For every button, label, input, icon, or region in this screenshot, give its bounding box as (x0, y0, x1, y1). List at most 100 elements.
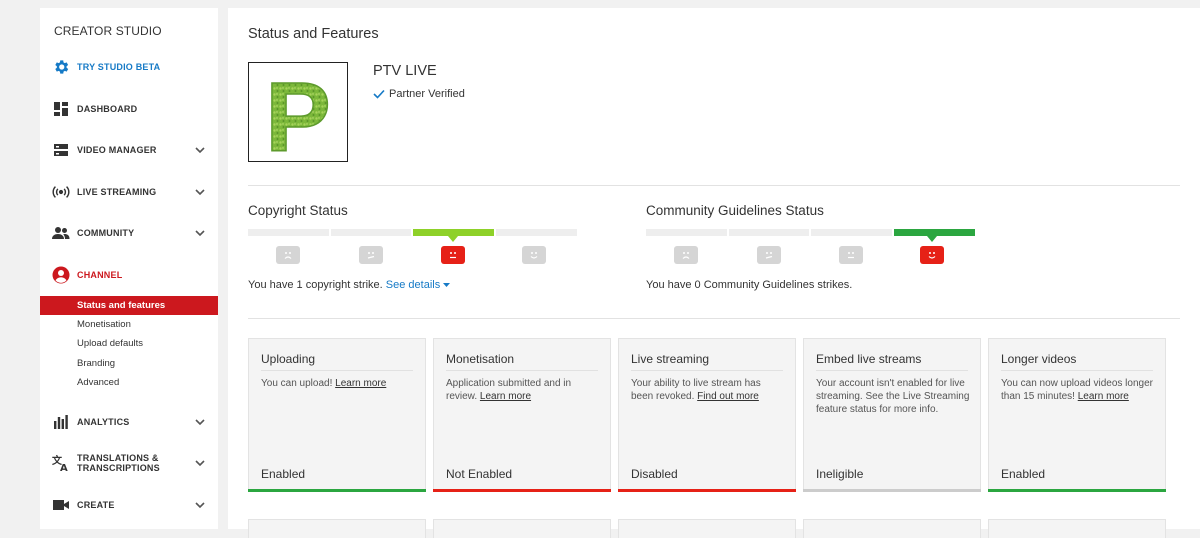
card-divider (631, 370, 783, 371)
chevron-down-icon[interactable] (194, 144, 206, 156)
card-divider (261, 370, 413, 371)
page-title: Status and Features (248, 26, 379, 42)
find-out-more-link[interactable]: Find out more (697, 391, 759, 402)
divider (248, 185, 1180, 186)
feature-card-longer-videos: Longer videos You can now upload videos … (988, 338, 1166, 492)
gear-icon (52, 58, 70, 76)
feature-card-uploading: Uploading You can upload! Learn more Ena… (248, 338, 426, 492)
partner-status: Partner Verified (373, 88, 465, 100)
sidebar-item-community[interactable]: COMMUNITY (40, 218, 218, 248)
caret-down-icon (443, 283, 451, 287)
sidebar-subitem-branding[interactable]: Branding (40, 354, 218, 373)
copyright-bar-segment-1 (248, 229, 329, 236)
sidebar-subitem-label: Advanced (77, 377, 120, 388)
card-divider (1001, 370, 1153, 371)
copyright-status-title: Copyright Status (248, 203, 348, 218)
community-bar-segment-3 (811, 229, 892, 236)
card-divider (816, 370, 968, 371)
sidebar-subitem-monetisation[interactable]: Monetisation (40, 315, 218, 334)
sidebar: CREATOR STUDIO TRY STUDIO BETA DASHBOARD… (40, 8, 218, 529)
community-bar-segment-2 (729, 229, 809, 236)
camera-icon (52, 496, 70, 514)
sidebar-subitem-label: Branding (77, 358, 116, 369)
card-title: Uploading (261, 352, 316, 366)
copyright-strike-count: You have 1 copyright strike. (248, 279, 383, 291)
card-status-bar (248, 489, 426, 492)
sidebar-item-label: TRANSLATIONS & TRANSCRIPTIONS (77, 453, 160, 473)
card-description: Application submitted and in review. Lea… (446, 378, 572, 402)
chevron-down-icon[interactable] (194, 499, 206, 511)
card-title: Embed live streams (816, 352, 922, 366)
feature-card-embed-live-streams: Embed live streams Your account isn't en… (803, 338, 981, 492)
sidebar-item-analytics[interactable]: ANALYTICS (40, 407, 218, 437)
partner-status-label: Partner Verified (389, 88, 465, 100)
sidebar-item-translations[interactable]: 文A TRANSLATIONS & TRANSCRIPTIONS (40, 448, 218, 478)
sidebar-item-live-streaming[interactable]: LIVE STREAMING (40, 177, 218, 207)
card-description: You can now upload videos longer than 15… (1001, 378, 1153, 402)
card-title: Live streaming (631, 352, 710, 366)
sidebar-subitem-upload-defaults[interactable]: Upload defaults (40, 334, 218, 353)
sidebar-item-channel[interactable]: CHANNEL (40, 260, 218, 290)
feature-card-live-streaming: Live streaming Your ability to live stre… (618, 338, 796, 492)
translations-line-2: TRANSCRIPTIONS (77, 463, 160, 473)
learn-more-link[interactable]: Learn more (335, 378, 386, 389)
chevron-down-icon[interactable] (194, 416, 206, 428)
copyright-bar-segment-2 (331, 229, 411, 236)
sidebar-subitem-advanced[interactable]: Advanced (40, 373, 218, 392)
sidebar-item-try-studio-beta[interactable]: TRY STUDIO BETA (40, 52, 218, 82)
channel-name: PTV LIVE (373, 63, 437, 79)
logo-letter: P (265, 63, 330, 161)
happy-face-icon (920, 246, 944, 264)
card-status: Enabled (1001, 467, 1046, 481)
learn-more-link[interactable]: Learn more (1078, 391, 1129, 402)
card-status-bar (433, 489, 611, 492)
sidebar-subitem-status-and-features[interactable]: Status and features (40, 296, 218, 315)
dashboard-icon (52, 100, 70, 118)
svg-text:A: A (60, 463, 68, 472)
card-status-bar (803, 489, 981, 492)
translate-icon: 文A (52, 454, 70, 472)
sidebar-item-label: VIDEO MANAGER (77, 145, 157, 155)
copyright-status-text: You have 1 copyright strike. See details (248, 279, 451, 291)
chevron-down-icon[interactable] (194, 227, 206, 239)
copyright-bar-segment-4 (496, 229, 577, 236)
card-status: Ineligible (816, 467, 864, 481)
chevron-down-icon[interactable] (194, 186, 206, 198)
checkmark-icon (373, 89, 385, 99)
sidebar-item-label: COMMUNITY (77, 228, 135, 238)
see-details-link[interactable]: See details (386, 279, 451, 291)
learn-more-link[interactable]: Learn more (480, 391, 531, 402)
neutral-face-icon (839, 246, 863, 264)
sidebar-item-dashboard[interactable]: DASHBOARD (40, 94, 218, 124)
channel-icon (52, 266, 70, 284)
sidebar-title: CREATOR STUDIO (54, 24, 162, 38)
video-manager-icon (52, 141, 70, 159)
unsure-face-icon (359, 246, 383, 264)
card-divider (446, 370, 598, 371)
card-status: Enabled (261, 467, 306, 481)
analytics-icon (52, 413, 70, 431)
sidebar-subitem-label: Status and features (77, 300, 166, 311)
sidebar-item-label: TRY STUDIO BETA (77, 62, 161, 72)
chevron-down-icon[interactable] (194, 457, 206, 469)
card-status-bar (988, 489, 1166, 492)
community-icon (52, 224, 70, 242)
unsure-face-icon (757, 246, 781, 264)
sidebar-subitem-label: Monetisation (77, 319, 131, 330)
sidebar-item-create[interactable]: CREATE (40, 490, 218, 520)
sidebar-item-label: ANALYTICS (77, 417, 130, 427)
sidebar-item-video-manager[interactable]: VIDEO MANAGER (40, 135, 218, 165)
copyright-pointer (448, 236, 458, 242)
community-bar-segment-4-active (894, 229, 975, 236)
sidebar-item-label: LIVE STREAMING (77, 187, 157, 197)
card-description: Your ability to live stream has been rev… (631, 378, 761, 402)
community-status-title: Community Guidelines Status (646, 203, 824, 218)
neutral-face-icon (441, 246, 465, 264)
card-title: Monetisation (446, 352, 515, 366)
card-status-bar (618, 489, 796, 492)
feature-card-monetisation: Monetisation Application submitted and i… (433, 338, 611, 492)
main-panel: Status and Features P PTV LIVE Partner V… (228, 8, 1200, 538)
channel-logo: P (248, 61, 348, 173)
card-description: Your account isn't enabled for live stre… (816, 378, 970, 415)
divider (248, 318, 1180, 319)
